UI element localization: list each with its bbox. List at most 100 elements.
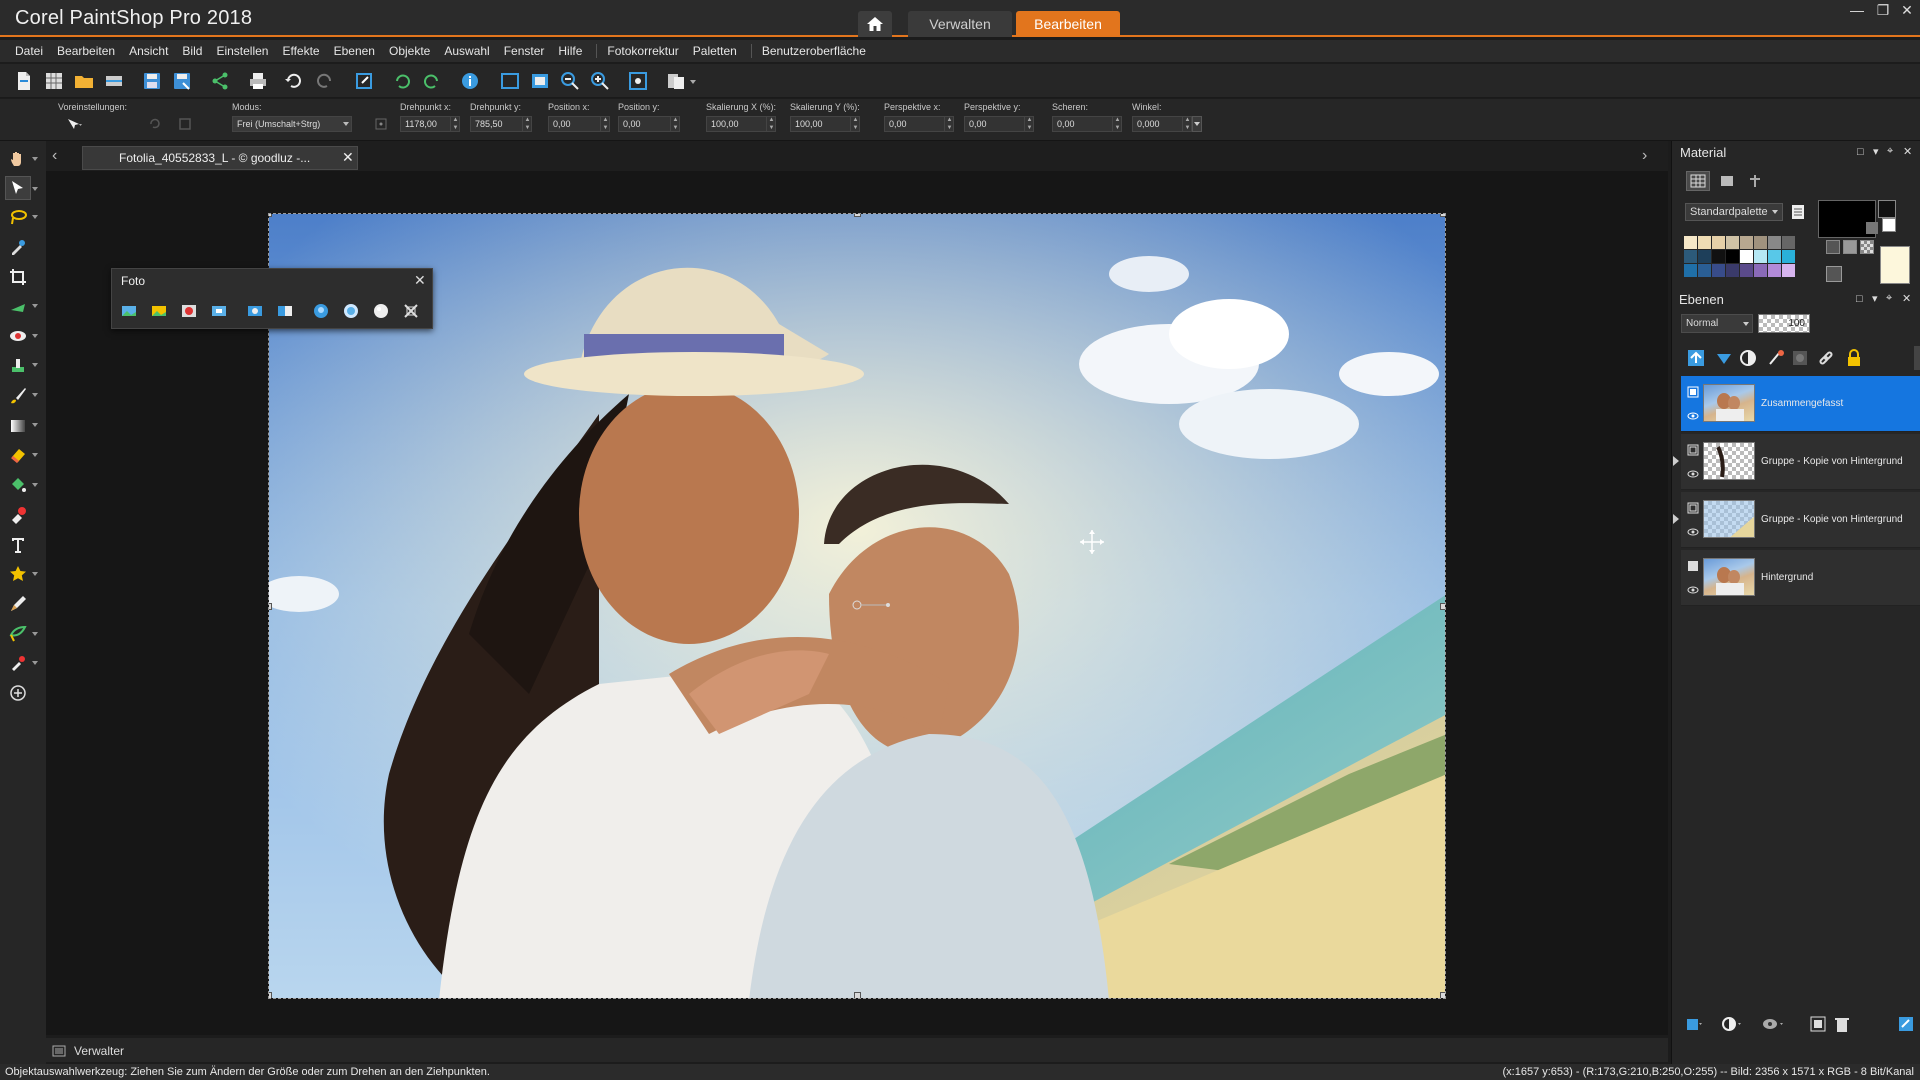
mask-dropdown-icon[interactable] (1761, 1015, 1785, 1033)
menu-ebenen[interactable]: Ebenen (334, 44, 375, 58)
pivot-y-spinner[interactable]: ▲ ▼ (522, 116, 532, 132)
visibility-eye-icon[interactable] (1687, 410, 1699, 422)
expand-group-icon[interactable] (1673, 514, 1679, 524)
chevron-down-icon[interactable] (32, 187, 38, 193)
image-canvas[interactable] (268, 213, 1446, 999)
position-x-spinner[interactable]: ▲ ▼ (600, 116, 610, 132)
shear-spinner[interactable]: ▲ ▼ (1112, 116, 1122, 132)
document-tab[interactable]: Fotolia_40552833_L - © goodluz -... (82, 146, 358, 170)
perspective-y-spinner[interactable]: ▲ ▼ (1024, 116, 1034, 132)
swatch[interactable] (1726, 250, 1739, 263)
menu-auswahl[interactable]: Auswahl (444, 44, 489, 58)
visibility-eye-icon[interactable] (1687, 526, 1699, 538)
menu-fotokorrektur[interactable]: Fotokorrektur (607, 44, 678, 58)
chevron-down-icon[interactable] (32, 483, 38, 489)
pan-tool[interactable] (5, 147, 31, 171)
chevron-down-icon[interactable] (32, 661, 38, 667)
swatch[interactable] (1698, 236, 1711, 249)
delete-layer-icon[interactable] (1833, 1015, 1851, 1033)
print-icon[interactable] (248, 71, 268, 91)
swatch[interactable] (1684, 250, 1697, 263)
scan-icon[interactable] (104, 71, 124, 91)
transform-handle[interactable] (1440, 603, 1445, 610)
new-from-template-icon[interactable] (44, 71, 64, 91)
share-icon[interactable] (210, 71, 230, 91)
style-gradient-icon[interactable] (1843, 240, 1857, 254)
swatch[interactable] (1712, 236, 1725, 249)
transform-handle[interactable] (1440, 992, 1445, 998)
background-color-swatch[interactable] (1880, 246, 1910, 284)
swatch-view-button[interactable] (1686, 171, 1710, 191)
retouch-tool[interactable] (5, 622, 31, 646)
zoom-out-icon[interactable] (560, 71, 580, 91)
angle-spinner[interactable]: ▲ ▼ (1182, 116, 1192, 132)
menu-hilfe[interactable]: Hilfe (558, 44, 582, 58)
depth-of-field-icon[interactable] (246, 302, 264, 320)
menu-einstellen[interactable]: Einstellen (216, 44, 268, 58)
swatch[interactable] (1754, 264, 1767, 277)
smart-photo-fix-icon[interactable] (150, 302, 168, 320)
menu-bild[interactable]: Bild (182, 44, 202, 58)
layer-styles-icon[interactable] (1767, 349, 1785, 367)
panel-menu-icon[interactable]: ▾ (1872, 292, 1878, 305)
chevron-down-icon[interactable] (32, 157, 38, 163)
info-icon[interactable] (460, 71, 480, 91)
chevron-down-icon[interactable] (32, 423, 38, 429)
menu-objekte[interactable]: Objekte (389, 44, 430, 58)
panel-menu-icon[interactable]: ▾ (1873, 145, 1879, 158)
chevron-down-icon[interactable] (32, 215, 38, 221)
red-eye-removal-icon[interactable] (180, 302, 198, 320)
layer-row-gruppe-1[interactable]: Gruppe - Kopie von Hintergrund (1673, 434, 1920, 490)
chevron-down-icon[interactable] (32, 632, 38, 638)
presets-dropdown-icon[interactable] (66, 118, 84, 132)
style-solid-icon[interactable] (1826, 240, 1840, 254)
apply-icon[interactable] (178, 117, 192, 131)
clone-tool[interactable] (5, 354, 31, 378)
transform-handle[interactable] (269, 992, 272, 998)
reset-icon[interactable] (148, 117, 162, 131)
panel-float-icon[interactable]: □ (1857, 146, 1864, 158)
menu-ansicht[interactable]: Ansicht (129, 44, 168, 58)
new-mask-icon[interactable] (1791, 349, 1809, 367)
panel-pin-icon[interactable]: ⌖ (1886, 292, 1892, 305)
menu-datei[interactable]: Datei (15, 44, 43, 58)
auto-enhance-icon[interactable] (120, 302, 138, 320)
face-detect-icon[interactable] (312, 302, 330, 320)
sharpen-icon[interactable] (402, 302, 420, 320)
layer-properties-icon[interactable] (1897, 1015, 1915, 1033)
swatch[interactable] (1712, 264, 1725, 277)
resize-icon[interactable] (354, 71, 374, 91)
close-document-icon[interactable]: ✕ (342, 149, 354, 166)
swatch[interactable] (1768, 250, 1781, 263)
verwalter-toggle-button[interactable]: Verwalter (52, 1041, 152, 1061)
zoom-100-icon[interactable] (628, 71, 648, 91)
chevron-down-icon[interactable] (32, 304, 38, 310)
fill-tool[interactable] (5, 473, 31, 497)
swatch[interactable] (1754, 236, 1767, 249)
mode-select[interactable]: Frei (Umschalt+Strg) (232, 116, 352, 132)
paint-brush-tool[interactable] (5, 384, 31, 408)
close-window-button[interactable]: ✕ (1896, 2, 1918, 22)
add-tool-button[interactable] (5, 681, 31, 705)
redo-icon[interactable] (314, 71, 334, 91)
panel-close-icon[interactable]: ✕ (1902, 292, 1911, 305)
workspace-options-icon[interactable] (666, 71, 686, 91)
perspective-x-spinner[interactable]: ▲ ▼ (944, 116, 954, 132)
chevron-down-icon[interactable] (32, 572, 38, 578)
rotate-left-icon[interactable] (392, 71, 412, 91)
background-mini-swatch[interactable] (1882, 218, 1896, 232)
straighten-tool[interactable] (5, 295, 31, 319)
scroll-tabs-right-icon[interactable]: › (1642, 147, 1647, 165)
pivot-x-spinner[interactable]: ▲ ▼ (450, 116, 460, 132)
new-file-icon[interactable] (14, 71, 34, 91)
swatch[interactable] (1726, 236, 1739, 249)
menu-paletten[interactable]: Paletten (693, 44, 737, 58)
rotation-handle[interactable] (852, 599, 892, 611)
visibility-eye-icon[interactable] (1687, 468, 1699, 480)
selection-tool[interactable] (5, 205, 31, 229)
crop-tool[interactable] (5, 265, 31, 289)
new-adjustment-layer-icon[interactable] (1739, 349, 1757, 367)
chevron-down-icon[interactable] (690, 80, 696, 84)
shape-tool[interactable] (5, 562, 31, 586)
scale-x-spinner[interactable]: ▲ ▼ (766, 116, 776, 132)
